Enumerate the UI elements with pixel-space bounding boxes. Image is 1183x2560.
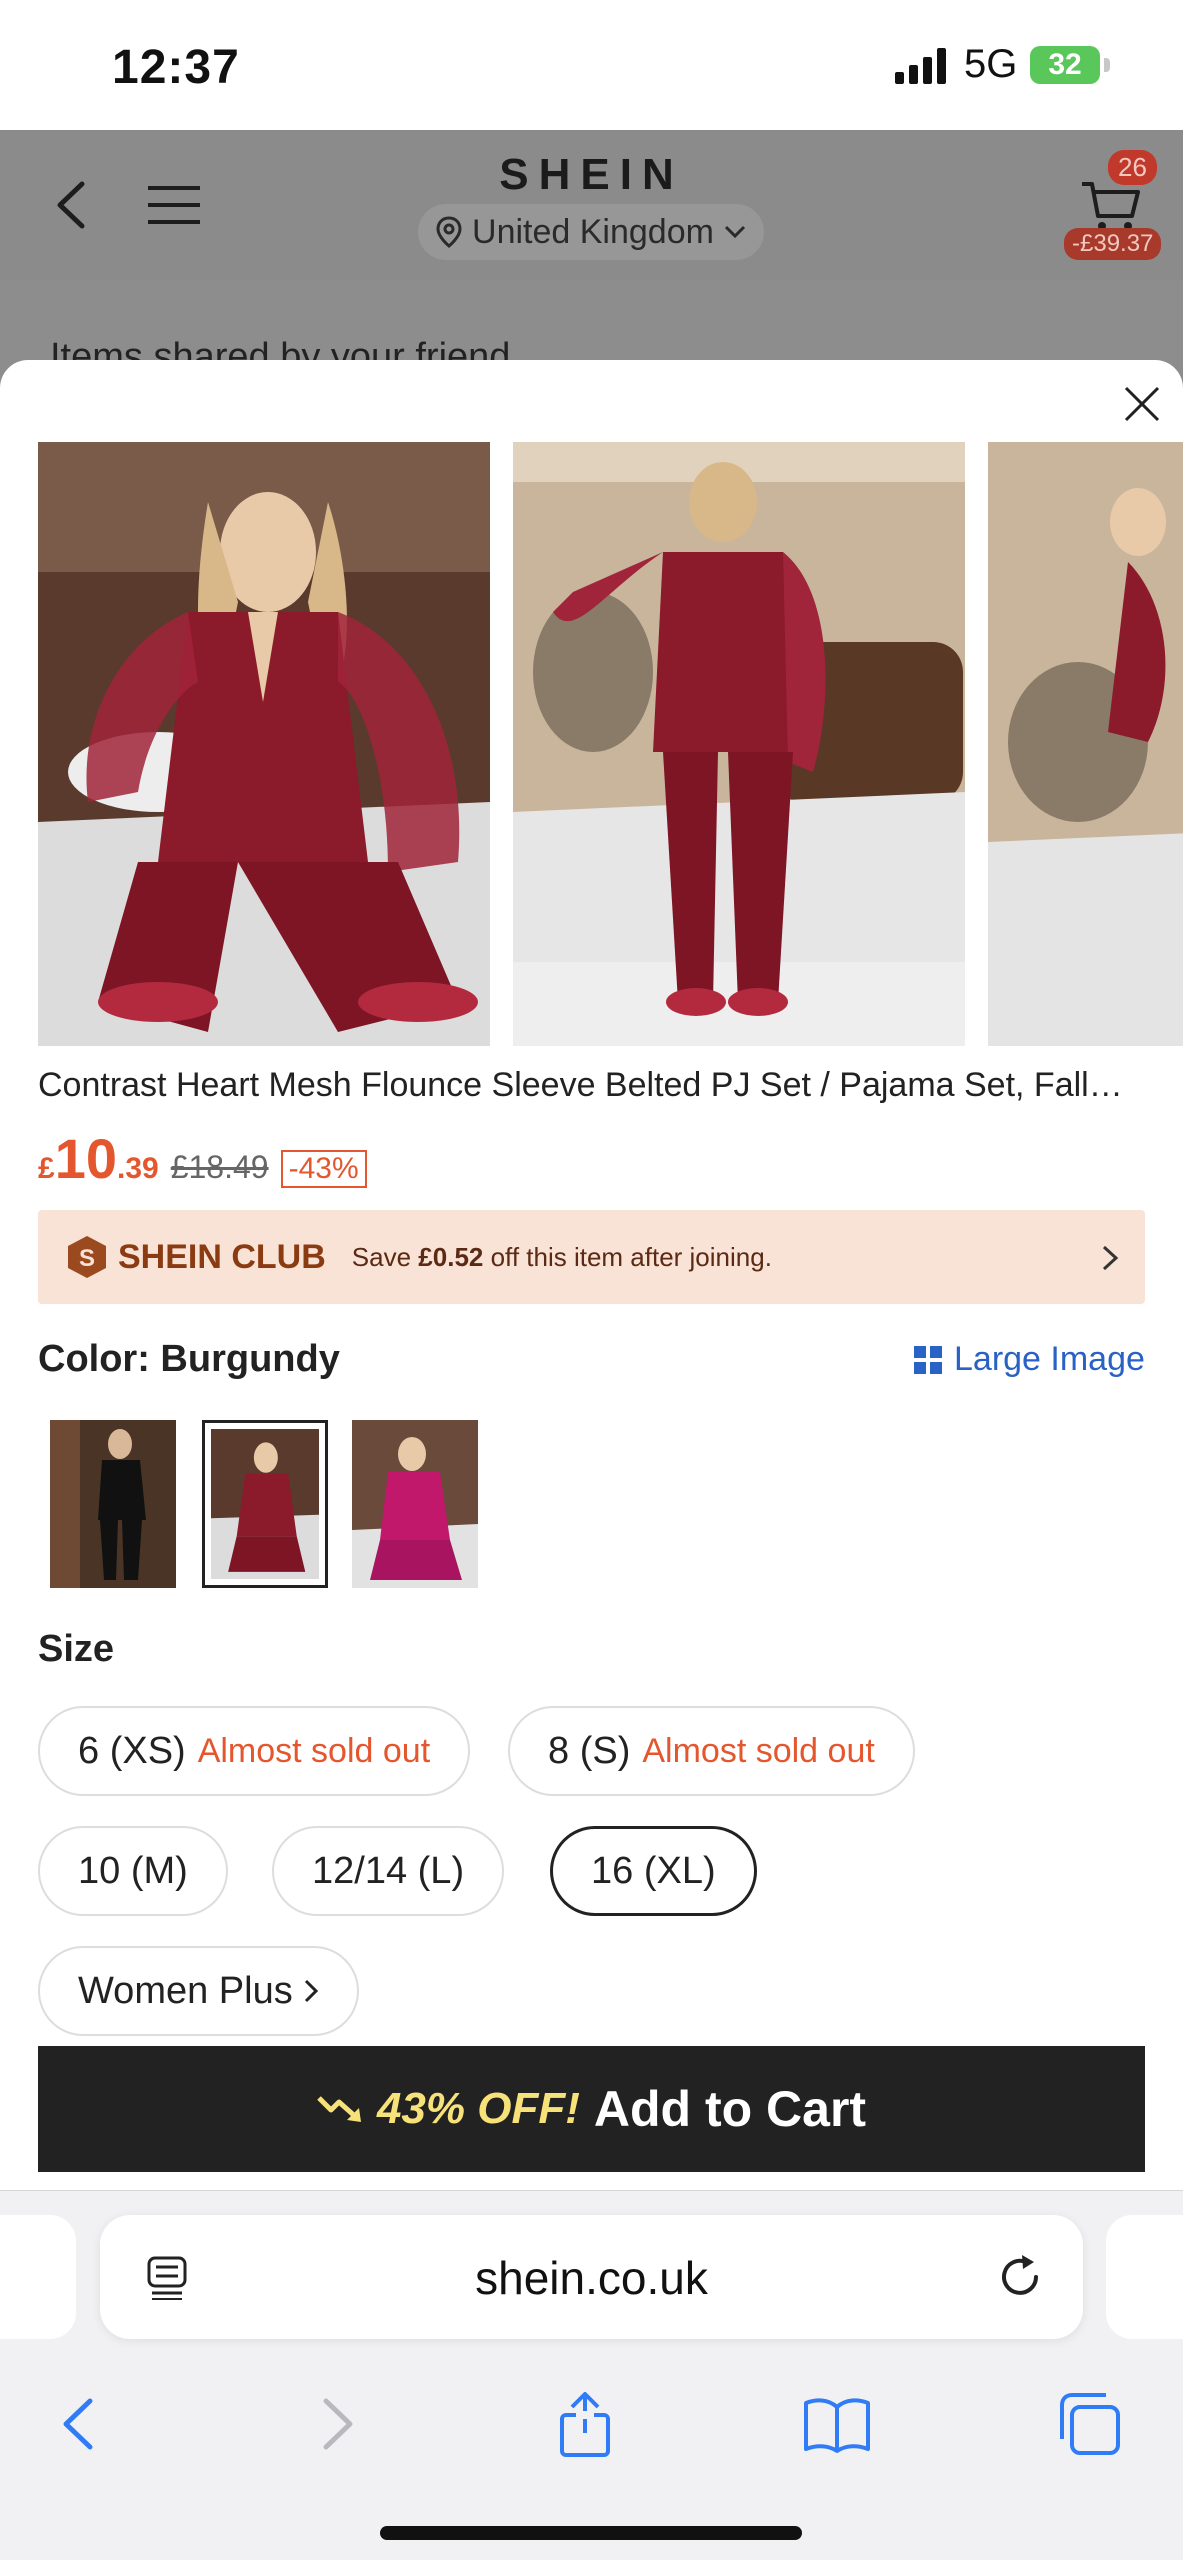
- cellular-signal-icon: [895, 48, 946, 84]
- large-image-label: Large Image: [954, 1340, 1145, 1378]
- color-swatch-burgundy[interactable]: [202, 1420, 328, 1588]
- shein-club-logo-icon: S: [68, 1236, 106, 1278]
- size-option-l[interactable]: 12/14 (L): [272, 1826, 505, 1916]
- discount-badge: -43%: [280, 1150, 367, 1188]
- product-image-gallery[interactable]: [38, 442, 1183, 1046]
- chevron-right-icon: [304, 1979, 318, 2003]
- product-title[interactable]: Contrast Heart Mesh Flounce Sleeve Belte…: [38, 1066, 1148, 1105]
- size-option-m[interactable]: 10 (M): [38, 1826, 228, 1916]
- forward-arrow-icon[interactable]: [302, 2389, 372, 2459]
- color-label: Color: Burgundy: [38, 1338, 340, 1380]
- region-selector[interactable]: United Kingdom: [418, 204, 764, 260]
- chevron-right-icon: [1102, 1245, 1119, 1271]
- url-text[interactable]: shein.co.uk: [100, 2251, 1083, 2305]
- low-stock-note: Almost sold out: [642, 1731, 875, 1770]
- browser-chrome: shein.co.uk: [0, 2190, 1183, 2560]
- close-icon[interactable]: [1122, 384, 1162, 424]
- region-label: United Kingdom: [472, 212, 714, 251]
- network-type: 5G: [964, 42, 1018, 86]
- color-swatch-hot-pink[interactable]: [352, 1420, 478, 1588]
- status-time: 12:37: [112, 41, 240, 94]
- grid-icon: [914, 1345, 942, 1374]
- cart-total-badge: -£39.37: [1064, 228, 1162, 260]
- cart-discount-label: 43% OFF!: [376, 2084, 580, 2133]
- add-to-cart-label: Add to Cart: [593, 2081, 867, 2137]
- shein-club-name: SHEIN CLUB: [118, 1237, 326, 1276]
- size-option-xl[interactable]: 16 (XL): [550, 1826, 757, 1916]
- price-row: £10.39 £18.49 -43%: [38, 1126, 367, 1191]
- address-bar[interactable]: shein.co.uk: [100, 2215, 1083, 2339]
- cart-count-badge: 26: [1108, 150, 1157, 185]
- shein-club-banner[interactable]: S SHEIN CLUB Save £0.52 off this item af…: [38, 1210, 1145, 1304]
- back-arrow-icon[interactable]: [44, 2389, 114, 2459]
- club-savings-text: Save £0.52 off this item after joining.: [351, 1241, 772, 1272]
- battery-cap: [1104, 58, 1110, 72]
- status-bar: 12:37 5G 32: [0, 0, 1183, 130]
- sale-price: £10.39: [38, 1127, 159, 1190]
- add-to-cart-button[interactable]: 43% OFF! Add to Cart: [38, 2046, 1145, 2172]
- battery-icon: 32: [1030, 46, 1100, 84]
- size-option-xs[interactable]: 6 (XS) Almost sold out: [38, 1706, 471, 1796]
- product-quick-view-sheet: Contrast Heart Mesh Flounce Sleeve Belte…: [0, 360, 1183, 2190]
- product-photo-side[interactable]: [988, 442, 1183, 1046]
- original-price: £18.49: [170, 1149, 269, 1185]
- next-tab-preview[interactable]: [1106, 2215, 1183, 2339]
- svg-text:S: S: [79, 1245, 95, 1272]
- women-plus-button[interactable]: Women Plus: [38, 1946, 359, 2036]
- previous-tab-preview[interactable]: [0, 2215, 76, 2339]
- home-indicator[interactable]: [380, 2526, 802, 2540]
- location-pin-icon: [436, 216, 462, 248]
- share-icon[interactable]: [550, 2389, 620, 2459]
- browser-toolbar: [0, 2365, 1183, 2475]
- product-photo-front[interactable]: [38, 442, 490, 1046]
- shein-logo[interactable]: SHEIN: [0, 150, 1183, 200]
- product-photo-back[interactable]: [513, 442, 965, 1046]
- site-header: SHEIN United Kingdom 26 -£39.37: [0, 130, 1183, 280]
- color-swatch-black[interactable]: [50, 1420, 176, 1588]
- large-image-button[interactable]: Large Image: [914, 1340, 1145, 1379]
- size-label: Size: [38, 1628, 115, 1670]
- reload-icon[interactable]: [996, 2253, 1044, 2301]
- bookmarks-icon[interactable]: [802, 2389, 872, 2459]
- size-option-s[interactable]: 8 (S) Almost sold out: [508, 1706, 915, 1796]
- trend-down-icon: [317, 2096, 361, 2122]
- tabs-icon[interactable]: [1054, 2389, 1124, 2459]
- cart-icon[interactable]: [1080, 178, 1142, 234]
- chevron-down-icon: [724, 225, 746, 239]
- low-stock-note: Almost sold out: [197, 1731, 431, 1770]
